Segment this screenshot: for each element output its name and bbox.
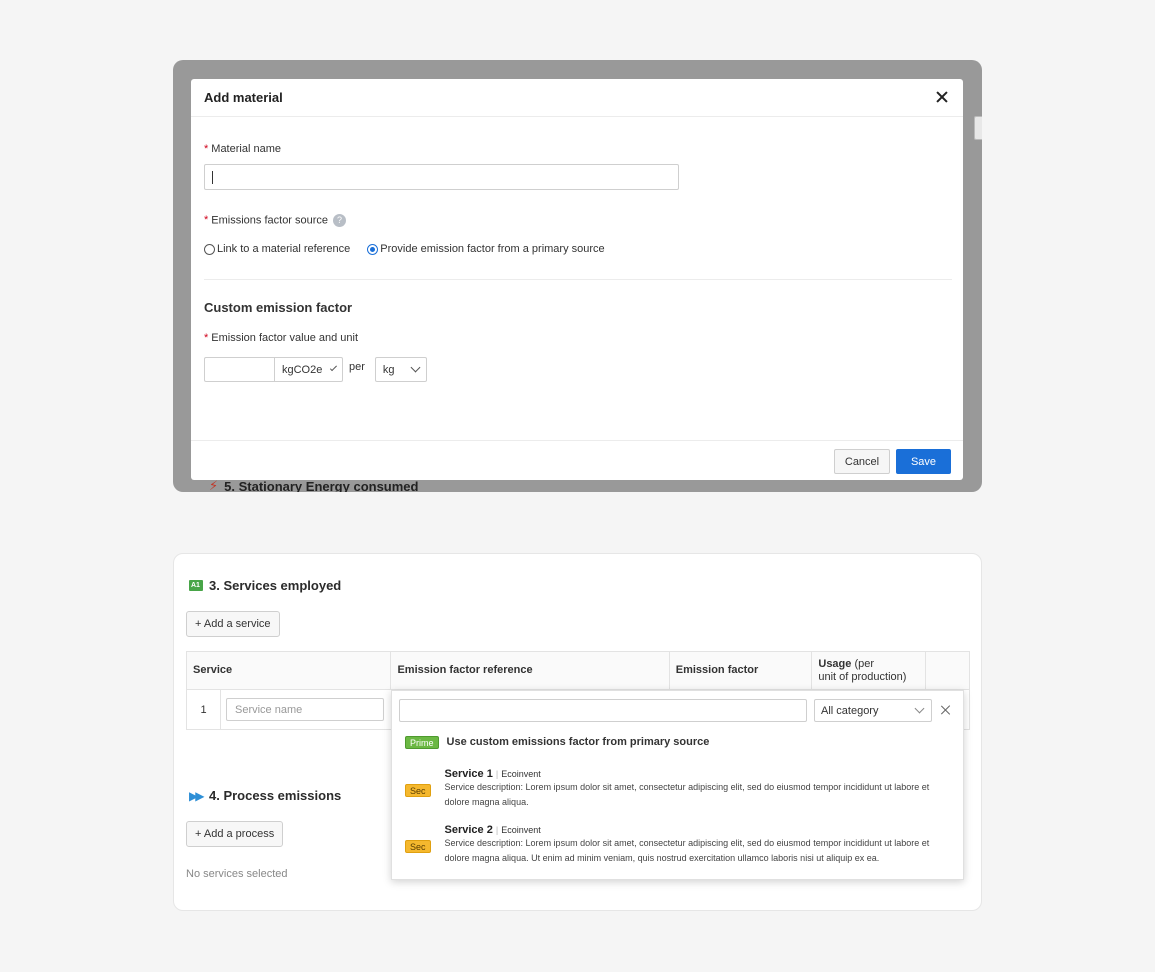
chevron-down-icon <box>330 364 338 371</box>
service-option-description: Service description: Lorem ipsum dolor s… <box>444 838 930 863</box>
service-option-name: Service 1 <box>444 768 493 780</box>
column-header-service: Service <box>187 652 392 689</box>
row-index: 1 <box>187 690 221 729</box>
radio-button-selected[interactable] <box>367 243 379 255</box>
background-edge-tab <box>974 116 982 140</box>
chevron-down-icon <box>914 703 925 714</box>
chevron-down-icon <box>410 362 421 373</box>
custom-emission-section-title: Custom emission factor <box>204 300 353 315</box>
material-name-label: * Material name <box>204 143 281 155</box>
modal-header: Add material <box>191 79 963 117</box>
emission-reference-dropdown: All category Prime Use custom emissions … <box>391 690 964 880</box>
emission-value-input[interactable] <box>204 357 274 382</box>
process-section-title: 4. Process emissions <box>209 788 342 803</box>
lightning-icon: ⚡ <box>209 478 219 492</box>
column-header-actions <box>926 652 969 689</box>
emissions-source-label: * Emissions factor source? <box>204 214 347 227</box>
modal-title: Add material <box>204 90 283 105</box>
required-mark: * <box>204 332 209 344</box>
help-icon[interactable]: ? <box>333 214 347 227</box>
required-mark: * <box>204 214 209 227</box>
process-section-heading: ▶▶ 4. Process emissions <box>189 788 341 803</box>
column-header-factor: Emission factor <box>670 652 813 689</box>
unit-denominator-select[interactable]: kg <box>374 357 427 382</box>
empty-state-text: No services selected <box>186 868 288 880</box>
behind-section-label: 5. Stationary Energy consumed <box>224 478 419 493</box>
emission-value-label: * Emission factor value and unit <box>204 332 359 344</box>
modal-backdrop: ⚡ 5. Stationary Energy consumed Add mate… <box>173 60 982 492</box>
services-section-title: 3. Services employed <box>209 578 342 593</box>
custom-factor-option[interactable]: Prime Use custom emissions factor from p… <box>405 736 709 749</box>
material-name-input[interactable] <box>204 164 679 190</box>
emissions-source-radio-group: Link to a material reference Provide emi… <box>204 243 622 255</box>
services-section-heading: 3. Services employed <box>189 578 341 593</box>
service-option-1[interactable]: Sec Service 1Ecoinvent Service descripti… <box>405 768 945 810</box>
radio-primary-source[interactable]: Provide emission factor from a primary s… <box>367 243 605 255</box>
reference-search-input[interactable] <box>399 699 807 722</box>
radio-link-reference[interactable]: Link to a material reference <box>204 243 350 255</box>
service-option-source: Ecoinvent <box>493 769 541 779</box>
close-icon[interactable] <box>934 89 950 105</box>
emission-value-group: kgCO2e per kg <box>204 357 427 382</box>
service-option-2[interactable]: Sec Service 2Ecoinvent Service descripti… <box>405 824 945 866</box>
table-header: Service Emission factor reference Emissi… <box>186 651 970 690</box>
column-header-usage: Usage (per unit of production) <box>812 652 927 689</box>
prime-tag: Prime <box>405 736 439 749</box>
sec-tag: Sec <box>405 840 431 853</box>
add-service-button[interactable]: + Add a service <box>186 611 280 637</box>
add-process-button[interactable]: + Add a process <box>186 821 284 847</box>
unit-numerator-select[interactable]: kgCO2e <box>274 357 343 382</box>
service-option-source: Ecoinvent <box>493 825 541 835</box>
per-label: per <box>349 361 365 373</box>
required-mark: * <box>204 143 209 155</box>
services-icon <box>189 580 203 591</box>
cancel-button[interactable]: Cancel <box>834 449 890 474</box>
category-select[interactable]: All category <box>814 699 932 722</box>
behind-section-heading: ⚡ 5. Stationary Energy consumed <box>209 478 418 492</box>
add-material-modal: Add material * Material name * Emissions f… <box>191 79 963 480</box>
modal-footer: Cancel Save <box>191 440 963 480</box>
text-caret <box>212 171 213 184</box>
save-button[interactable]: Save <box>896 449 951 474</box>
column-header-reference: Emission factor reference <box>391 652 670 689</box>
service-name-input[interactable]: Service name <box>226 698 384 721</box>
radio-button[interactable] <box>204 243 215 255</box>
service-option-description: Service description: Lorem ipsum dolor s… <box>444 782 930 807</box>
sec-tag: Sec <box>405 784 431 797</box>
service-option-name: Service 2 <box>444 824 493 836</box>
close-icon[interactable] <box>940 704 952 716</box>
divider <box>204 279 952 280</box>
fast-forward-icon: ▶▶ <box>189 788 204 803</box>
